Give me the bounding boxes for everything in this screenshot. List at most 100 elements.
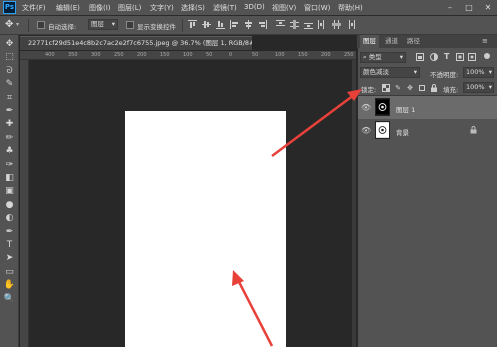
blend-mode-dropdown[interactable]: 颜色减淡 ▾ bbox=[360, 67, 420, 78]
minimize-icon[interactable]: – bbox=[444, 2, 456, 13]
brush-tool-icon[interactable]: ✏ bbox=[3, 132, 16, 144]
distribute-hcenter-icon[interactable] bbox=[332, 20, 341, 29]
opacity-input[interactable]: 100% ▾ bbox=[463, 67, 494, 78]
layer-row-background[interactable]: 👁 背景 bbox=[358, 120, 497, 143]
filter-shape-icon[interactable] bbox=[456, 53, 464, 61]
ruler-tick-label: 200 bbox=[137, 52, 147, 58]
chevron-down-icon: ▾ bbox=[111, 20, 115, 28]
lock-transparent-icon[interactable] bbox=[382, 84, 390, 92]
layer-thumbnail bbox=[375, 121, 390, 139]
auto-select-checkbox[interactable] bbox=[37, 21, 45, 29]
tab-layers[interactable]: 图层 bbox=[360, 35, 379, 48]
lock-position-icon[interactable]: ✥ bbox=[406, 84, 414, 92]
divider bbox=[28, 19, 29, 32]
ruler-tick-label: 50 bbox=[206, 52, 213, 58]
fill-label: 填充: bbox=[443, 86, 459, 94]
chevron-down-icon: ▾ bbox=[413, 68, 417, 76]
ruler-tick-label: 100 bbox=[183, 52, 193, 58]
align-bottom-icon[interactable] bbox=[216, 20, 225, 29]
distribute-bottom-icon[interactable] bbox=[304, 20, 313, 29]
lock-label: 锁定: bbox=[361, 86, 377, 94]
menu-type[interactable]: 文字(Y) bbox=[150, 3, 174, 13]
tab-paths[interactable]: 路径 bbox=[404, 35, 423, 48]
ruler-tick-label: 400 bbox=[45, 52, 55, 58]
quick-select-tool-icon[interactable]: ✎ bbox=[3, 78, 16, 90]
search-icon: ⌕ bbox=[363, 53, 367, 61]
gradient-tool-icon[interactable]: ▣ bbox=[3, 185, 16, 197]
ruler-tick-label: 100 bbox=[275, 52, 285, 58]
filter-pixel-icon[interactable] bbox=[416, 53, 424, 61]
history-brush-tool-icon[interactable]: ✑ bbox=[3, 159, 16, 171]
photoshop-logo: Ps bbox=[3, 1, 16, 14]
auto-select-label: 自动选择: bbox=[48, 23, 77, 31]
layer-thumbnail bbox=[375, 98, 390, 116]
filter-smart-object-icon[interactable] bbox=[468, 53, 476, 61]
canvas-scrollbar[interactable] bbox=[352, 60, 356, 347]
move-tool-icon[interactable]: ✥ bbox=[3, 38, 16, 50]
menu-layer[interactable]: 图层(L) bbox=[118, 3, 141, 13]
auto-select-value: 图层 bbox=[91, 20, 104, 28]
distribute-vcenter-icon[interactable] bbox=[290, 20, 299, 29]
lock-artboard-icon[interactable] bbox=[418, 84, 426, 92]
ruler-tick-label: 250 bbox=[114, 52, 124, 58]
clone-stamp-tool-icon[interactable]: ♣ bbox=[3, 145, 16, 157]
path-select-tool-icon[interactable]: ➤ bbox=[3, 252, 16, 264]
ruler-tick-label: 150 bbox=[298, 52, 308, 58]
fill-input[interactable]: 100% ▾ bbox=[463, 82, 494, 93]
ruler-tick-label: 0 bbox=[229, 52, 233, 58]
blur-tool-icon[interactable]: ● bbox=[3, 199, 16, 211]
shape-tool-icon[interactable]: ▭ bbox=[3, 266, 16, 278]
filter-adjustment-icon[interactable] bbox=[430, 53, 438, 61]
panel-menu-icon[interactable]: ≡ bbox=[482, 37, 488, 45]
menu-3d[interactable]: 3D(D) bbox=[244, 3, 265, 11]
type-tool-icon[interactable]: T bbox=[3, 239, 16, 251]
eraser-tool-icon[interactable]: ◧ bbox=[3, 172, 16, 184]
tab-channels[interactable]: 通道 bbox=[382, 35, 401, 48]
ruler-tick-label: 250 bbox=[344, 52, 354, 58]
tool-preset-chevron-icon[interactable]: ▾ bbox=[16, 21, 19, 28]
layer-filter-dropdown[interactable]: ⌕ 类型 ▾ bbox=[360, 52, 406, 63]
document-tab[interactable]: 22771cf29d51e4c8b2c7ac2e2f7c6755.jpeg @ … bbox=[20, 36, 252, 50]
filter-toggle-icon[interactable] bbox=[484, 53, 490, 59]
dodge-tool-icon[interactable]: ◐ bbox=[3, 212, 16, 224]
hand-tool-icon[interactable]: ✋ bbox=[3, 279, 16, 291]
distribute-right-icon[interactable] bbox=[346, 20, 355, 29]
lasso-tool-icon[interactable]: ᘐ bbox=[3, 65, 16, 77]
filter-type-icon[interactable]: T bbox=[444, 52, 449, 61]
maximize-icon[interactable]: □ bbox=[463, 2, 475, 13]
visibility-eye-icon[interactable]: 👁 bbox=[361, 126, 371, 135]
visibility-eye-icon[interactable]: 👁 bbox=[361, 103, 371, 112]
eyedropper-tool-icon[interactable]: ✒ bbox=[3, 105, 16, 117]
layer-name: 背景 bbox=[396, 129, 409, 137]
menu-window[interactable]: 窗口(W) bbox=[304, 3, 330, 13]
crop-tool-icon[interactable]: ⌗ bbox=[3, 92, 16, 104]
document-canvas[interactable] bbox=[125, 111, 286, 347]
align-top-icon[interactable] bbox=[188, 20, 197, 29]
lock-all-icon[interactable] bbox=[430, 84, 438, 92]
menu-filter[interactable]: 滤镜(T) bbox=[213, 3, 237, 13]
align-left-icon[interactable] bbox=[230, 20, 239, 29]
menu-file[interactable]: 文件(F) bbox=[22, 3, 46, 13]
menu-view[interactable]: 视图(V) bbox=[272, 3, 296, 13]
marquee-tool-icon[interactable]: ⬚ bbox=[3, 51, 16, 63]
opacity-value: 100% bbox=[466, 68, 485, 76]
align-right-icon[interactable] bbox=[258, 20, 267, 29]
distribute-top-icon[interactable] bbox=[276, 20, 285, 29]
menu-select[interactable]: 选择(S) bbox=[181, 3, 205, 13]
healing-tool-icon[interactable]: ✚ bbox=[3, 118, 16, 130]
pen-tool-icon[interactable]: ✒ bbox=[3, 226, 16, 238]
auto-select-dropdown[interactable]: 图层 ▾ bbox=[88, 19, 118, 30]
chevron-down-icon: ▾ bbox=[488, 68, 492, 76]
close-icon[interactable]: ✕ bbox=[482, 2, 494, 13]
distribute-left-icon[interactable] bbox=[318, 20, 327, 29]
menu-help[interactable]: 帮助(H) bbox=[338, 3, 363, 13]
menu-image[interactable]: 图像(I) bbox=[89, 3, 111, 13]
show-transform-checkbox[interactable] bbox=[126, 21, 134, 29]
align-hcenter-icon[interactable] bbox=[244, 20, 253, 29]
layer-row-layer1[interactable]: 👁 图层 1 bbox=[358, 96, 497, 119]
menu-edit[interactable]: 编辑(E) bbox=[56, 3, 80, 13]
align-vcenter-icon[interactable] bbox=[202, 20, 211, 29]
zoom-tool-icon[interactable]: 🔍 bbox=[3, 293, 16, 305]
lock-pixels-icon[interactable]: ✎ bbox=[394, 84, 402, 92]
move-tool-icon[interactable]: ✥ bbox=[5, 19, 13, 30]
